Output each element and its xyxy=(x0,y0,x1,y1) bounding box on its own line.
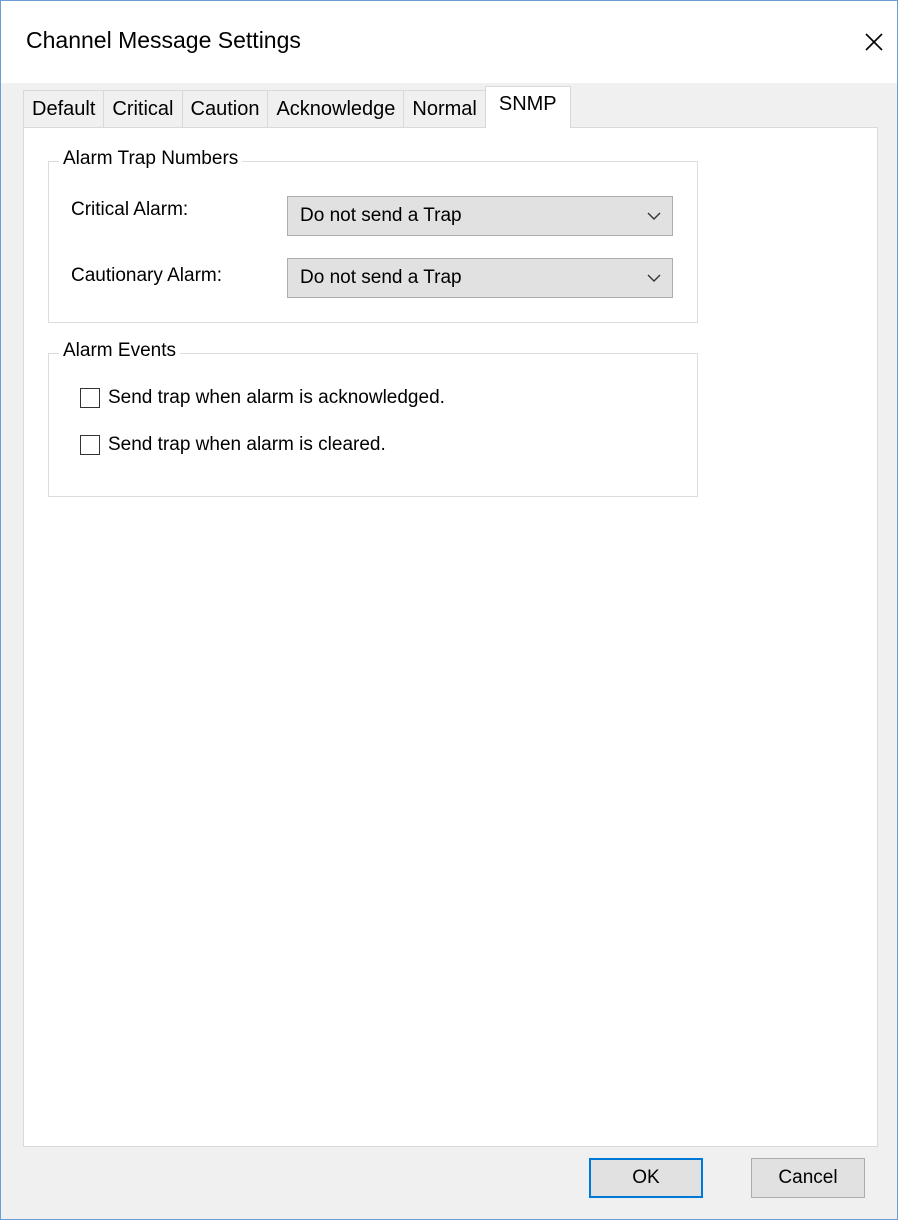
cancel-button[interactable]: Cancel xyxy=(751,1158,865,1198)
tab-default[interactable]: Default xyxy=(23,90,105,127)
alarm-events-legend: Alarm Events xyxy=(59,340,180,362)
window-title: Channel Message Settings xyxy=(26,27,301,53)
alarm-trap-numbers-group: Alarm Trap Numbers Critical Alarm: Do no… xyxy=(48,148,698,323)
ack-trap-checkbox[interactable] xyxy=(80,388,100,408)
tab-normal[interactable]: Normal xyxy=(403,90,486,127)
critical-alarm-select[interactable]: Do not send a Trap xyxy=(287,196,673,236)
tab-snmp[interactable]: SNMP xyxy=(484,86,571,128)
cleared-trap-checkbox[interactable] xyxy=(80,435,100,455)
alarm-trap-numbers-legend: Alarm Trap Numbers xyxy=(59,148,243,170)
ack-trap-label: Send trap when alarm is acknowledged. xyxy=(108,387,445,408)
chevron-down-icon xyxy=(647,274,661,282)
cautionary-alarm-select[interactable]: Do not send a Trap xyxy=(287,258,673,298)
close-button[interactable] xyxy=(851,19,897,65)
close-icon xyxy=(865,33,883,51)
tab-acknowledge[interactable]: Acknowledge xyxy=(267,90,405,127)
cleared-trap-option[interactable]: Send trap when alarm is cleared. xyxy=(80,434,386,456)
title-bar: Channel Message Settings xyxy=(1,1,897,83)
critical-alarm-value: Do not send a Trap xyxy=(300,205,462,226)
chevron-down-icon xyxy=(647,212,661,220)
cautionary-alarm-label: Cautionary Alarm: xyxy=(71,265,223,286)
alarm-events-group: Alarm Events Send trap when alarm is ack… xyxy=(48,340,698,497)
tab-panel-snmp: Alarm Trap Numbers Critical Alarm: Do no… xyxy=(23,127,878,1147)
ack-trap-option[interactable]: Send trap when alarm is acknowledged. xyxy=(80,387,445,409)
cleared-trap-label: Send trap when alarm is cleared. xyxy=(108,434,386,455)
ok-button[interactable]: OK xyxy=(589,1158,703,1198)
critical-alarm-label: Critical Alarm: xyxy=(71,199,189,220)
tab-strip: Default Critical Caution Acknowledge Nor… xyxy=(23,86,571,128)
tab-critical[interactable]: Critical xyxy=(103,90,183,127)
cautionary-alarm-value: Do not send a Trap xyxy=(300,267,462,288)
tab-caution[interactable]: Caution xyxy=(181,90,269,127)
dialog-window: Channel Message Settings Default Critica… xyxy=(0,0,898,1220)
